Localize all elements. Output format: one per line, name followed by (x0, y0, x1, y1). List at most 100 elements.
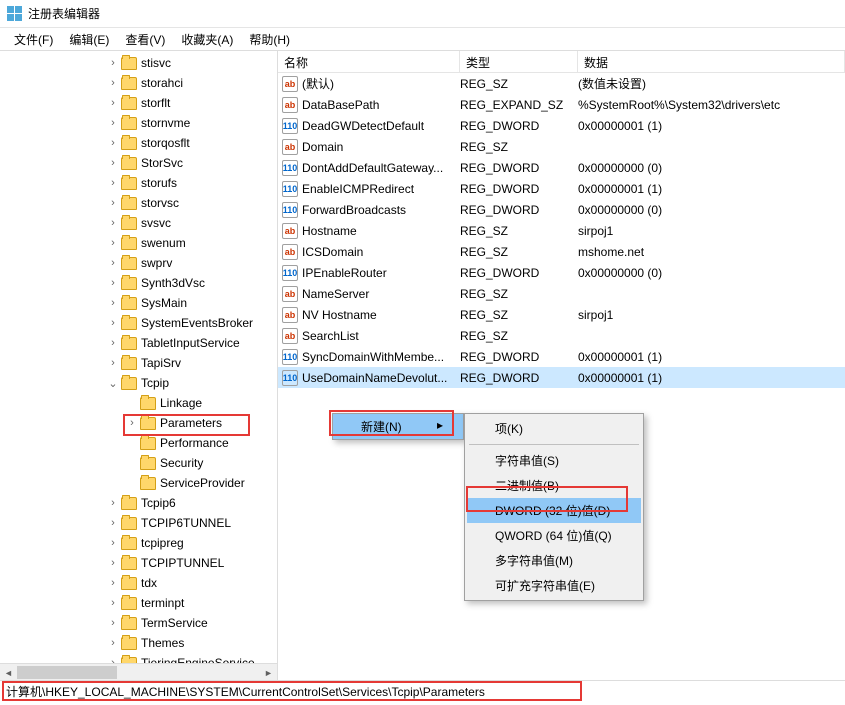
tree-item[interactable]: ›tcpipreg (0, 533, 277, 553)
list-row[interactable]: 110DontAddDefaultGateway...REG_DWORD0x00… (278, 157, 845, 178)
tree-item[interactable]: ›swprv (0, 253, 277, 273)
expand-icon[interactable]: › (105, 137, 121, 149)
expand-icon[interactable]: › (105, 357, 121, 369)
expand-icon[interactable]: › (105, 297, 121, 309)
tree-item[interactable]: ›Parameters (0, 413, 277, 433)
folder-icon (121, 517, 137, 530)
menu-item[interactable]: 二进制值(B) (467, 473, 641, 498)
tree-item[interactable]: ›swenum (0, 233, 277, 253)
string-value-icon: ab (282, 97, 298, 113)
tree-item[interactable]: ServiceProvider (0, 473, 277, 493)
list-row[interactable]: 110EnableICMPRedirectREG_DWORD0x00000001… (278, 178, 845, 199)
tree-item[interactable]: ›tdx (0, 573, 277, 593)
list-row[interactable]: 110UseDomainNameDevolut...REG_DWORD0x000… (278, 367, 845, 388)
tree-item[interactable]: ⌄Tcpip (0, 373, 277, 393)
expand-icon[interactable]: › (105, 317, 121, 329)
expand-icon[interactable]: › (105, 257, 121, 269)
tree-item[interactable]: ›SystemEventsBroker (0, 313, 277, 333)
tree-item[interactable]: ›TCPIPTUNNEL (0, 553, 277, 573)
tree-label: Security (160, 456, 203, 470)
value-type: REG_DWORD (460, 161, 578, 175)
tree-item[interactable]: Performance (0, 433, 277, 453)
scroll-thumb[interactable] (17, 666, 117, 679)
expand-icon[interactable]: › (105, 497, 121, 509)
expand-icon[interactable]: ⌄ (105, 377, 121, 390)
menu-item-new[interactable]: 新建(N) ▸ (333, 414, 463, 439)
list-row[interactable]: abNV HostnameREG_SZsirpoj1 (278, 304, 845, 325)
list-row[interactable]: abDomainREG_SZ (278, 136, 845, 157)
tree-item[interactable]: ›storflt (0, 93, 277, 113)
tree-item[interactable]: ›Themes (0, 633, 277, 653)
tree-item[interactable]: ›SysMain (0, 293, 277, 313)
list-row[interactable]: 110ForwardBroadcastsREG_DWORD0x00000000 … (278, 199, 845, 220)
expand-icon[interactable]: › (105, 57, 121, 69)
dword-value-icon: 110 (282, 349, 298, 365)
menu-item[interactable]: 多字符串值(M) (467, 548, 641, 573)
menu-item[interactable]: 收藏夹(A) (173, 29, 241, 50)
tree-item[interactable]: ›TabletInputService (0, 333, 277, 353)
tree-item[interactable]: ›TapiSrv (0, 353, 277, 373)
expand-icon[interactable]: › (105, 177, 121, 189)
expand-icon[interactable]: › (105, 237, 121, 249)
expand-icon[interactable]: › (124, 417, 140, 429)
list-row[interactable]: ab(默认)REG_SZ(数值未设置) (278, 73, 845, 94)
scroll-left-icon[interactable]: ◄ (0, 664, 17, 680)
menu-item[interactable]: 查看(V) (117, 29, 173, 50)
menu-item[interactable]: QWORD (64 位)值(Q) (467, 523, 641, 548)
tree-item[interactable]: ›storqosflt (0, 133, 277, 153)
tree-item[interactable]: ›stornvme (0, 113, 277, 133)
expand-icon[interactable]: › (105, 577, 121, 589)
list-row[interactable]: abDataBasePathREG_EXPAND_SZ%SystemRoot%\… (278, 94, 845, 115)
expand-icon[interactable]: › (105, 637, 121, 649)
list-row[interactable]: 110SyncDomainWithMembe...REG_DWORD0x0000… (278, 346, 845, 367)
tree-item[interactable]: ›TCPIP6TUNNEL (0, 513, 277, 533)
tree-pane[interactable]: ›stisvc›storahci›storflt›stornvme›storqo… (0, 51, 278, 680)
expand-icon[interactable]: › (105, 157, 121, 169)
expand-icon[interactable]: › (105, 77, 121, 89)
tree-item[interactable]: ›storvsc (0, 193, 277, 213)
list-row[interactable]: 110DeadGWDetectDefaultREG_DWORD0x0000000… (278, 115, 845, 136)
expand-icon[interactable]: › (105, 277, 121, 289)
expand-icon[interactable]: › (105, 537, 121, 549)
tree-item[interactable]: ›Tcpip6 (0, 493, 277, 513)
tree-item[interactable]: ›Synth3dVsc (0, 273, 277, 293)
value-data: sirpoj1 (578, 224, 845, 238)
expand-icon[interactable]: › (105, 517, 121, 529)
expand-icon[interactable]: › (105, 557, 121, 569)
expand-icon[interactable]: › (105, 337, 121, 349)
menu-item[interactable]: 项(K) (467, 416, 641, 441)
menu-item[interactable]: 字符串值(S) (467, 448, 641, 473)
value-name: NV Hostname (302, 308, 460, 322)
col-type[interactable]: 类型 (460, 51, 578, 72)
menu-item[interactable]: 帮助(H) (241, 29, 298, 50)
tree-item[interactable]: ›storahci (0, 73, 277, 93)
col-data[interactable]: 数据 (578, 51, 845, 72)
tree-item[interactable]: ›terminpt (0, 593, 277, 613)
menu-item[interactable]: 编辑(E) (61, 29, 117, 50)
tree-item[interactable]: ›svsvc (0, 213, 277, 233)
list-row[interactable]: abNameServerREG_SZ (278, 283, 845, 304)
expand-icon[interactable]: › (105, 197, 121, 209)
tree-item[interactable]: ›stisvc (0, 53, 277, 73)
tree-item[interactable]: ›TermService (0, 613, 277, 633)
folder-icon (121, 317, 137, 330)
expand-icon[interactable]: › (105, 217, 121, 229)
expand-icon[interactable]: › (105, 597, 121, 609)
expand-icon[interactable]: › (105, 117, 121, 129)
menu-item[interactable]: 可扩充字符串值(E) (467, 573, 641, 598)
list-row[interactable]: abSearchListREG_SZ (278, 325, 845, 346)
col-name[interactable]: 名称 (278, 51, 460, 72)
expand-icon[interactable]: › (105, 617, 121, 629)
tree-item[interactable]: ›StorSvc (0, 153, 277, 173)
list-row[interactable]: 110IPEnableRouterREG_DWORD0x00000000 (0) (278, 262, 845, 283)
scroll-right-icon[interactable]: ► (260, 664, 277, 680)
tree-item[interactable]: Linkage (0, 393, 277, 413)
tree-item[interactable]: ›storufs (0, 173, 277, 193)
menu-item[interactable]: 文件(F) (6, 29, 61, 50)
list-row[interactable]: abICSDomainREG_SZmshome.net (278, 241, 845, 262)
menu-item[interactable]: DWORD (32 位)值(D) (467, 498, 641, 523)
tree-item[interactable]: Security (0, 453, 277, 473)
tree-scrollbar-h[interactable]: ◄ ► (0, 663, 277, 680)
expand-icon[interactable]: › (105, 97, 121, 109)
list-row[interactable]: abHostnameREG_SZsirpoj1 (278, 220, 845, 241)
